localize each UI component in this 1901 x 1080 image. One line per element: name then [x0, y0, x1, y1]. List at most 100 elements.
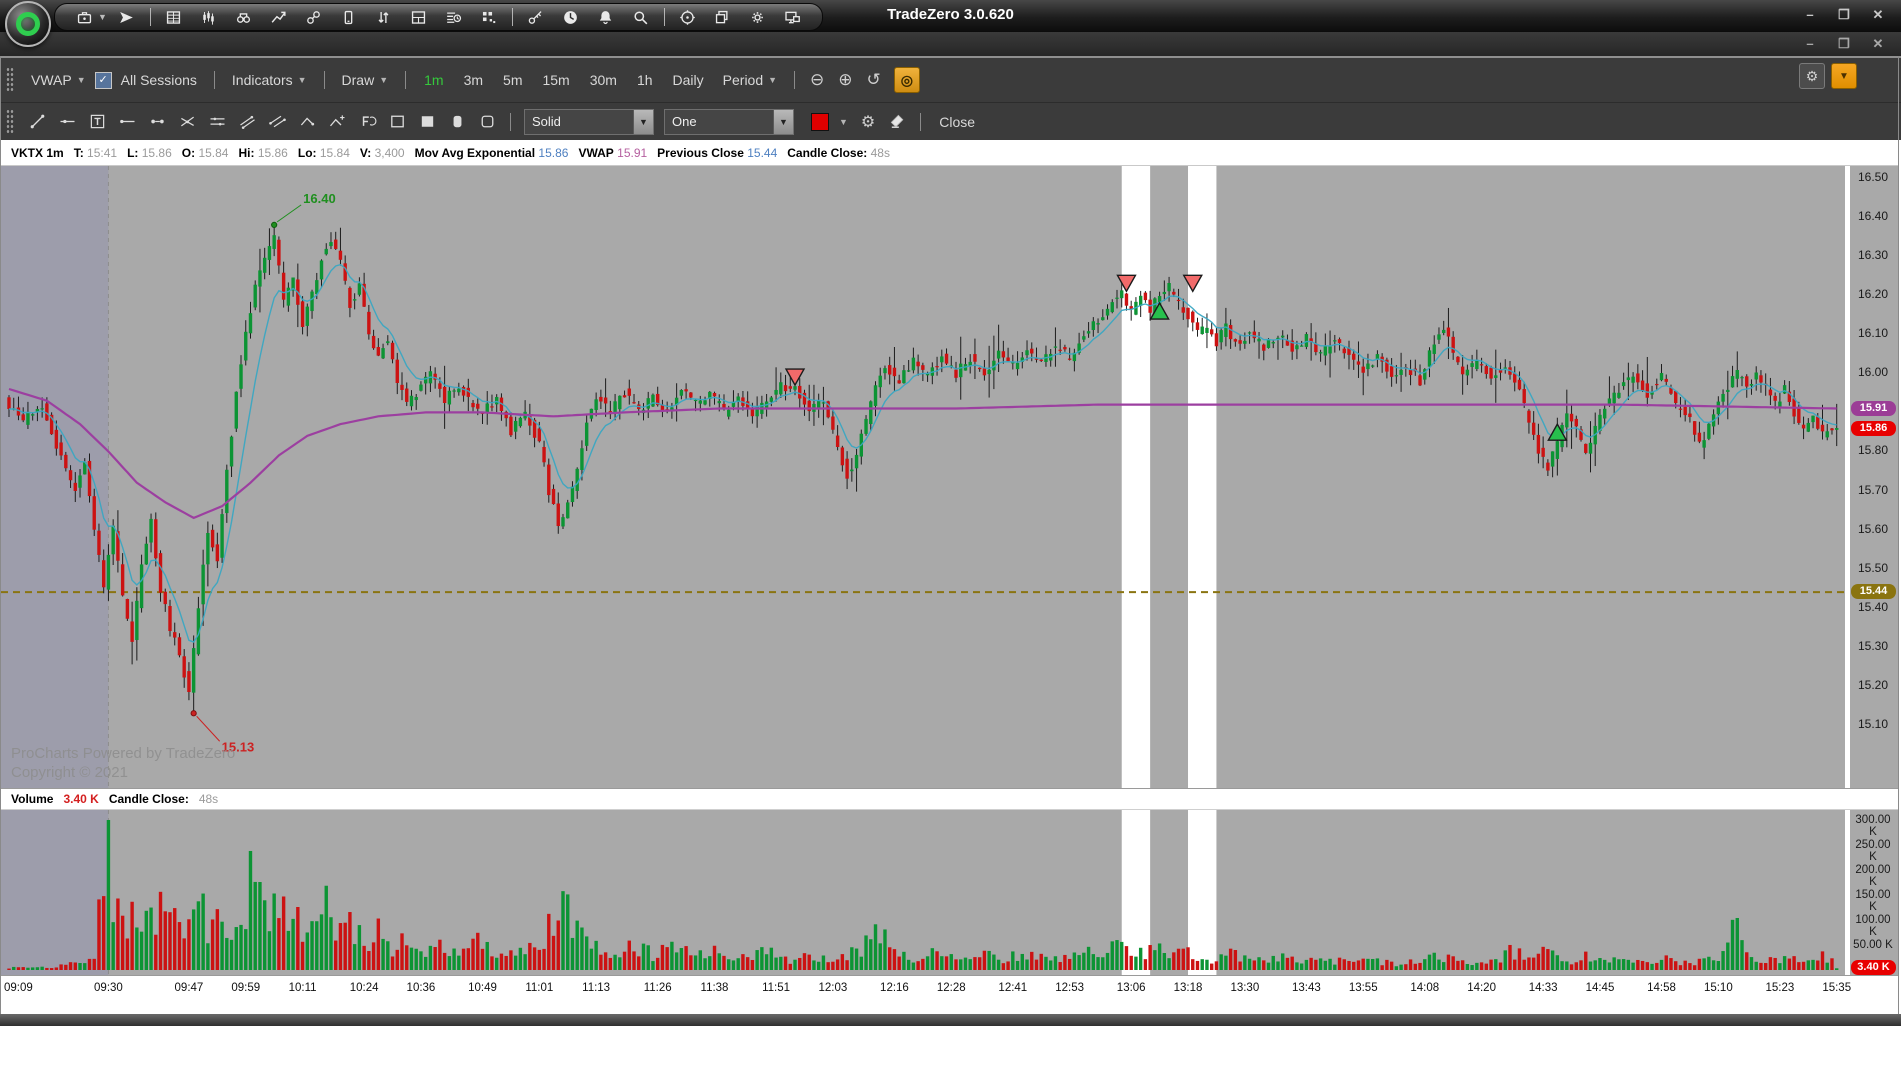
- watermark: Copyright © 2021: [11, 764, 128, 781]
- timeframe-3m[interactable]: 3m: [464, 72, 483, 88]
- clock-icon[interactable]: [556, 6, 586, 28]
- orange-dropdown-button[interactable]: ▼: [1831, 63, 1857, 89]
- indicators-dropdown[interactable]: Indicators ▼: [232, 72, 307, 88]
- reset-zoom-button[interactable]: ↺: [867, 70, 881, 90]
- price-tick-label: 15.80: [1850, 443, 1896, 457]
- level2-icon[interactable]: [369, 6, 399, 28]
- vwap-dropdown[interactable]: VWAP ▼: [31, 72, 86, 88]
- prev-close-chip: 15.44: [1851, 584, 1896, 599]
- timeframe-1m[interactable]: 1m: [424, 72, 443, 88]
- monitor-icon[interactable]: [778, 6, 808, 28]
- timeframe-1h[interactable]: 1h: [637, 72, 653, 88]
- parallel-d1-tool[interactable]: [232, 109, 262, 135]
- portfolio-caret[interactable]: ▼: [98, 12, 107, 22]
- toolbar-grip[interactable]: [6, 109, 14, 135]
- chevron-down-icon[interactable]: ▼: [839, 117, 848, 127]
- chart-close-button[interactable]: ✕: [1869, 36, 1887, 52]
- mobile-icon[interactable]: [334, 6, 364, 28]
- line-style-select[interactable]: Solid ▼: [524, 109, 654, 135]
- price-tick-label: 15.40: [1850, 600, 1896, 614]
- orders-log-icon[interactable]: [439, 6, 469, 28]
- locate-icon[interactable]: [673, 6, 703, 28]
- link-icon[interactable]: [299, 6, 329, 28]
- send-order-icon[interactable]: [112, 6, 142, 28]
- chart-minimize-button[interactable]: –: [1801, 36, 1819, 52]
- twopoints-tool[interactable]: [142, 109, 172, 135]
- all-sessions-checkbox[interactable]: ✓: [95, 72, 112, 89]
- draw-dropdown[interactable]: Draw ▼: [342, 72, 389, 88]
- texttool-tool[interactable]: [82, 109, 112, 135]
- divider: [512, 8, 513, 26]
- time-axis[interactable]: 09:0909:3009:4709:5910:1110:2410:3610:49…: [1, 975, 1899, 1002]
- toolbar-grip[interactable]: [6, 67, 14, 93]
- portfolio-icon[interactable]: [69, 6, 99, 28]
- pointline-tool[interactable]: [52, 109, 82, 135]
- status-field: Previous Close 15.44: [657, 146, 777, 160]
- trend-icon[interactable]: [264, 6, 294, 28]
- zoom-out-button[interactable]: ⊖: [810, 70, 824, 90]
- draw-settings-button[interactable]: ⚙: [861, 112, 875, 132]
- divider: [324, 71, 325, 89]
- price-chart[interactable]: 16.4015.13ProCharts Powered by TradeZero…: [1, 166, 1845, 788]
- price-tick-label: 16.00: [1850, 365, 1896, 379]
- status-field: Hi: 15.86: [238, 146, 287, 160]
- settings-icon[interactable]: [743, 6, 773, 28]
- rrect-filled-tool[interactable]: [442, 109, 472, 135]
- timeframe-30m[interactable]: 30m: [590, 72, 617, 88]
- ray-tool[interactable]: [112, 109, 142, 135]
- eraser-button[interactable]: [882, 109, 912, 135]
- timeframe-5m[interactable]: 5m: [503, 72, 522, 88]
- time-tick-label: 13:55: [1349, 982, 1378, 994]
- crosshair-button[interactable]: ◎: [894, 67, 920, 93]
- line-width-select[interactable]: One ▼: [664, 109, 794, 135]
- rrect-outline-tool[interactable]: [472, 109, 502, 135]
- timeframe-Daily[interactable]: Daily: [673, 72, 704, 88]
- windows-icon[interactable]: [708, 6, 738, 28]
- window-frame-left: [0, 56, 1, 1014]
- search-icon[interactable]: [626, 6, 656, 28]
- time-tick-label: 14:20: [1467, 982, 1496, 994]
- time-tick-label: 11:51: [762, 982, 790, 994]
- fibonacci-tool[interactable]: [352, 109, 382, 135]
- time-tick-label: 12:16: [880, 982, 909, 994]
- time-tick-label: 12:28: [937, 982, 966, 994]
- close-button[interactable]: ✕: [1869, 7, 1887, 23]
- chart-window-buttons: – ❐ ✕: [1801, 36, 1887, 52]
- divider: [150, 8, 151, 26]
- chart-restore-button[interactable]: ❐: [1835, 36, 1853, 52]
- market-view-icon[interactable]: [229, 6, 259, 28]
- parallel-d2-tool[interactable]: [262, 109, 292, 135]
- parallel-h-tool[interactable]: [202, 109, 232, 135]
- chart-settings-button[interactable]: ⚙: [1799, 63, 1825, 89]
- price-tick-label: 15.50: [1850, 561, 1896, 575]
- zoom-in-button[interactable]: ⊕: [838, 70, 852, 90]
- blocks-icon[interactable]: [474, 6, 504, 28]
- rect-filled-tool[interactable]: [412, 109, 442, 135]
- period-dropdown[interactable]: Period ▼: [723, 72, 777, 88]
- all-sessions-label[interactable]: All Sessions: [121, 72, 197, 88]
- rect-outline-tool[interactable]: [382, 109, 412, 135]
- watchlist-icon[interactable]: [159, 6, 189, 28]
- price-axis[interactable]: 16.5016.4016.3016.2016.1016.0015.8015.70…: [1850, 166, 1899, 788]
- volume-tick-label: 250.00 K: [1850, 839, 1896, 863]
- panel-icon[interactable]: [404, 6, 434, 28]
- minimize-button[interactable]: –: [1801, 7, 1819, 23]
- chart-icon[interactable]: [194, 6, 224, 28]
- alerts-icon[interactable]: [591, 6, 621, 28]
- volume-chart[interactable]: [1, 810, 1845, 975]
- time-tick-label: 14:58: [1647, 982, 1676, 994]
- maximize-button[interactable]: ❐: [1835, 7, 1853, 23]
- angle-plus-tool[interactable]: [322, 109, 352, 135]
- halt-band: [1122, 166, 1150, 788]
- chevron-down-icon: ▼: [379, 75, 388, 85]
- timeframe-15m[interactable]: 15m: [542, 72, 569, 88]
- time-tick-label: 10:11: [289, 982, 317, 994]
- candle-close-value: 48s: [199, 792, 218, 806]
- key-icon[interactable]: [521, 6, 551, 28]
- angle-tool[interactable]: [292, 109, 322, 135]
- close-drawbar-button[interactable]: Close: [939, 114, 975, 130]
- line-color-swatch[interactable]: [811, 113, 829, 131]
- volume-axis[interactable]: 300.00 K250.00 K200.00 K150.00 K100.00 K…: [1850, 810, 1899, 975]
- crossline-tool[interactable]: [172, 109, 202, 135]
- trendline-tool[interactable]: [22, 109, 52, 135]
